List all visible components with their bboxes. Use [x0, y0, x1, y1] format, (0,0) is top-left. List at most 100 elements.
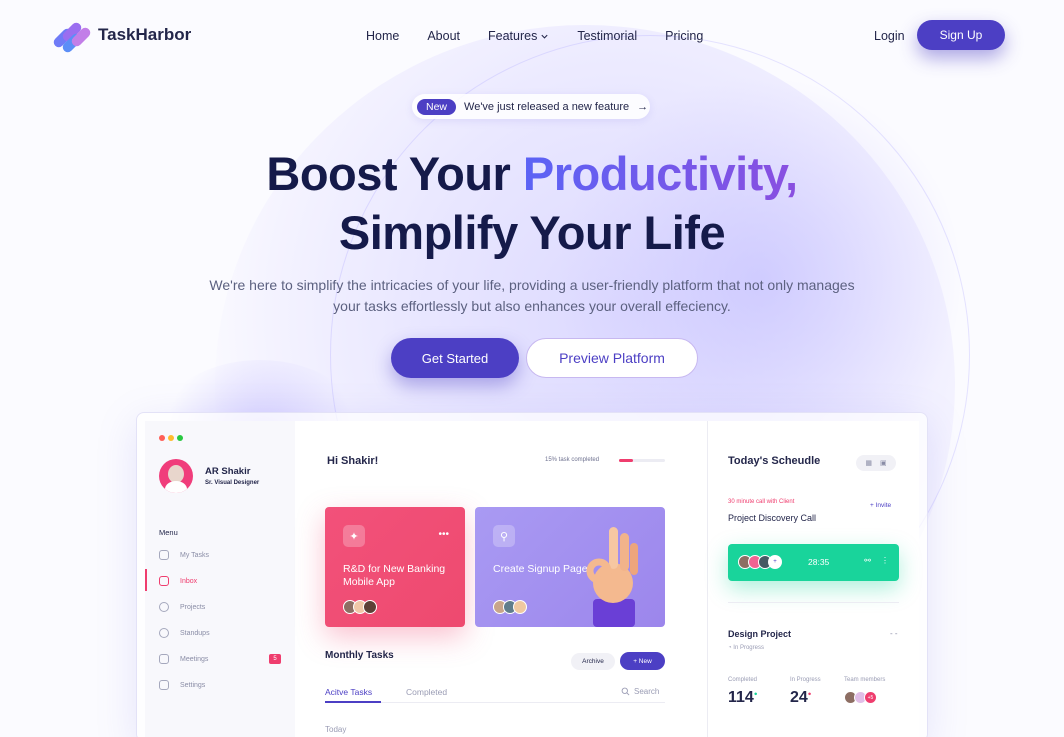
search-placeholder: Search	[634, 687, 660, 696]
get-started-button[interactable]: Get Started	[391, 338, 519, 378]
sidebar-item-label: Standups	[180, 629, 210, 637]
close-dot[interactable]	[159, 435, 165, 441]
preview-platform-button[interactable]: Preview Platform	[526, 338, 698, 378]
divider	[728, 602, 899, 603]
grid-icon[interactable]: ▦	[865, 459, 872, 467]
window-controls	[159, 435, 183, 441]
sidebar-item-inbox[interactable]: Inbox	[159, 576, 289, 586]
stat-team-label: Team members	[844, 677, 886, 683]
clock-icon	[159, 628, 169, 638]
link-icon[interactable]: ⚯	[864, 556, 871, 565]
navbar: TaskHarbor Home About Features Testimori…	[0, 0, 1064, 70]
task-card-title: R&D for New Banking Mobile App	[343, 563, 446, 588]
active-indicator	[145, 569, 147, 591]
hero-title-highlight: Productivity,	[522, 147, 798, 200]
sidebar-item-label: My Tasks	[180, 551, 210, 559]
sidebar-item-label: Meetings	[180, 655, 209, 663]
progress-fill	[619, 459, 633, 462]
user-profile[interactable]: AR Shakir Sr. Visual Designer	[159, 459, 259, 493]
chat-icon	[159, 576, 169, 586]
stat-in-progress-number: 24	[790, 689, 808, 706]
sidebar-item-my-tasks[interactable]: My Tasks	[159, 550, 289, 560]
hero-title-part1: Boost Your	[266, 147, 523, 200]
schedule-title: Today's Scheudle	[728, 455, 821, 467]
sidebar-item-settings[interactable]: Settings	[159, 680, 289, 690]
meetings-count-badge: 5	[269, 654, 281, 664]
tab-active-tasks[interactable]: Acitve Tasks	[325, 687, 372, 697]
stat-completed-label: Completed	[728, 677, 758, 683]
project-status-label: In Progress	[733, 645, 764, 651]
schedule-panel: Today's Scheudle ▦ ▣ 30 minute call with…	[707, 421, 919, 737]
progress-bar	[619, 459, 665, 462]
project-status: ◔ In Progress	[728, 645, 764, 651]
login-link[interactable]: Login	[874, 29, 905, 43]
task-card-signup[interactable]: ⚲ Create Signup Page	[475, 507, 665, 627]
tab-underline	[325, 701, 381, 703]
arrow-right-icon: →	[637, 100, 649, 113]
stat-in-progress-value: 24●	[790, 689, 812, 706]
more-vertical-icon[interactable]: ⋮	[881, 556, 889, 565]
call-label: 30 minute call with Client	[728, 499, 795, 505]
sliders-icon	[159, 680, 169, 690]
project-more[interactable]: - -	[890, 629, 898, 638]
nav-features-label: Features	[488, 29, 538, 43]
sidebar-item-label: Settings	[180, 681, 206, 689]
ok-hand-illustration	[586, 527, 638, 627]
progress-label: 15% task completed	[545, 457, 600, 463]
sidebar-item-projects[interactable]: Projects	[159, 602, 289, 612]
compass-icon	[159, 602, 169, 612]
menu-label: Menu	[159, 528, 178, 537]
minimize-dot[interactable]	[168, 435, 174, 441]
dashboard-sidebar: AR Shakir Sr. Visual Designer Menu My Ta…	[145, 421, 295, 737]
task-tabs: Acitve Tasks Completed Search	[325, 679, 665, 703]
assignee-avatars	[493, 600, 527, 614]
more-icon[interactable]: •••	[438, 529, 449, 540]
key-icon: ⚲	[493, 525, 515, 547]
participants-more: +	[768, 555, 782, 569]
nav-home[interactable]: Home	[366, 29, 399, 43]
monthly-tasks-heading: Monthly Tasks	[325, 650, 394, 661]
new-task-button[interactable]: + New	[620, 652, 665, 670]
archive-button[interactable]: Archive	[571, 653, 615, 670]
sidebar-item-standups[interactable]: Standups	[159, 628, 289, 638]
calendar-icon	[159, 654, 169, 664]
nav-pricing[interactable]: Pricing	[665, 29, 703, 43]
team-avatars: +5	[844, 691, 877, 704]
chevron-down-icon	[541, 34, 548, 39]
task-card-banking[interactable]: ✦ ••• R&D for New Banking Mobile App	[325, 507, 465, 627]
dashboard-main: Hi Shakir! 15% task completed ✦ ••• R&D …	[295, 421, 707, 737]
hero-title-line2: Simplify Your Life	[338, 206, 726, 259]
calendar-icon[interactable]: ▣	[880, 459, 887, 467]
nav-testimonial[interactable]: Testimorial	[577, 29, 637, 43]
hero-subtitle-line2: your tasks effortlessly but also enhance…	[333, 298, 731, 314]
sidebar-item-label: Inbox	[180, 577, 198, 585]
stat-completed-number: 114	[728, 689, 754, 706]
brand-name: TaskHarbor	[98, 25, 192, 44]
hero-subtitle-line1: We're here to simplify the intricacies o…	[209, 277, 855, 293]
dashboard-preview: AR Shakir Sr. Visual Designer Menu My Ta…	[136, 412, 928, 737]
new-badge: New	[417, 98, 457, 115]
logo[interactable]: TaskHarbor	[51, 19, 192, 55]
maximize-dot[interactable]	[177, 435, 183, 441]
call-timer: 28:35	[808, 557, 830, 567]
stat-completed-value: 114●	[728, 689, 758, 706]
view-toggle[interactable]: ▦ ▣	[856, 455, 896, 471]
search-icon	[621, 687, 630, 696]
nav-features[interactable]: Features	[488, 29, 549, 43]
avatar	[159, 459, 193, 493]
search-input[interactable]: Search	[621, 687, 659, 696]
tab-completed[interactable]: Completed	[406, 687, 447, 697]
team-more: +5	[864, 691, 877, 704]
signup-button[interactable]: Sign Up	[917, 20, 1005, 50]
project-title: Design Project	[728, 629, 792, 639]
profile-role: Sr. Visual Designer	[205, 480, 260, 486]
invite-button[interactable]: + Invite	[870, 502, 891, 509]
call-title: Project Discovery Call	[728, 513, 817, 523]
nav-about[interactable]: About	[427, 29, 460, 43]
main-menu: Home About Features Testimorial Pricing	[366, 29, 703, 43]
stat-in-progress-label: In Progress	[790, 677, 821, 683]
logo-icon	[51, 19, 93, 55]
hero-title-line1: Boost Your Productivity,	[0, 146, 1064, 201]
call-card[interactable]: + 28:35 ⚯ ⋮	[728, 544, 899, 581]
announcement-pill[interactable]: New We've just released a new feature →	[412, 94, 650, 119]
